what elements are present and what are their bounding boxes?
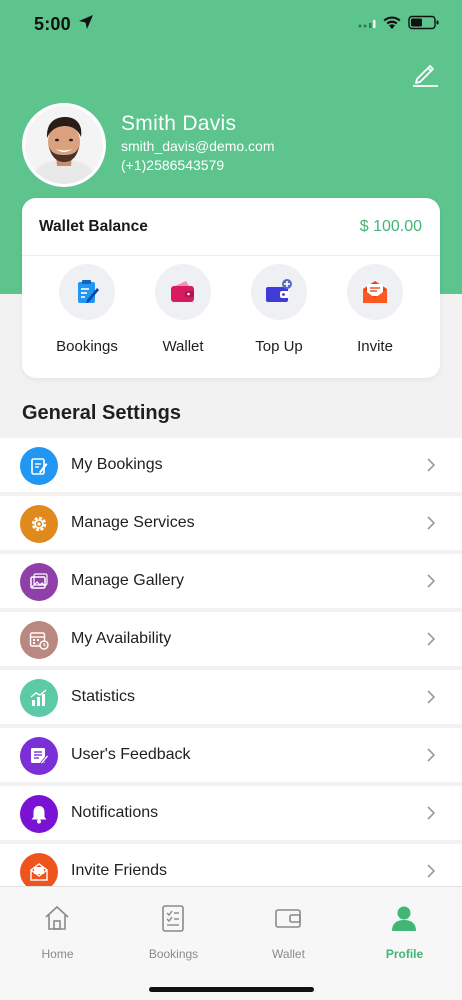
- chevron-right-icon: [427, 690, 436, 704]
- avatar-photo: [25, 106, 103, 184]
- chevron-right-icon: [427, 516, 436, 530]
- chevron-right-icon: [427, 632, 436, 646]
- tab-bookings-label: Bookings: [148, 947, 199, 961]
- quick-action-bookings[interactable]: Bookings: [39, 262, 135, 362]
- chevron-right-icon: [427, 748, 436, 762]
- settings-row-manage-services[interactable]: Manage Services: [0, 496, 462, 550]
- chevron-right-icon: [427, 864, 436, 878]
- chevron-right-icon: [427, 574, 436, 588]
- settings-row-label: Manage Gallery: [71, 572, 184, 589]
- gallery-icon: [30, 573, 48, 589]
- manage-services-icon-badge: [20, 505, 58, 543]
- location-arrow-icon: [79, 15, 93, 29]
- cellular-signal-icon: [358, 20, 376, 28]
- topup-icon: [266, 279, 292, 302]
- settings-row-label: Notifications: [71, 804, 159, 821]
- edit-profile-icon[interactable]: [410, 59, 440, 89]
- quick-action-topup-circle: [251, 264, 307, 320]
- quick-action-topup-label: Top Up: [255, 338, 303, 355]
- status-bar: 5:00: [0, 0, 462, 50]
- feedback-icon: [31, 748, 49, 765]
- general-settings-title: General Settings: [22, 402, 181, 424]
- wallet-icon: [275, 909, 301, 928]
- settings-row-my-bookings[interactable]: My Bookings: [0, 438, 462, 492]
- quick-action-wallet[interactable]: Wallet: [135, 262, 231, 362]
- profile-email: smith_davis@demo.com: [121, 138, 275, 154]
- avatar: [22, 103, 106, 187]
- settings-row-users-feedback[interactable]: User's Feedback: [0, 728, 462, 782]
- manage-gallery-icon-badge: [20, 563, 58, 601]
- calendar-icon: [29, 632, 49, 650]
- notifications-icon-badge: [20, 795, 58, 833]
- tab-home[interactable]: Home: [0, 887, 115, 967]
- wallet-card: Wallet Balance $ 100.00 Bookings Wallet …: [22, 198, 440, 378]
- quick-action-invite-label: Invite: [357, 338, 393, 355]
- wallet-divider: [22, 255, 440, 256]
- home-indicator: [149, 987, 314, 992]
- tab-wallet-label: Wallet: [272, 947, 305, 961]
- settings-row-manage-gallery[interactable]: Manage Gallery: [0, 554, 462, 608]
- settings-row-notifications[interactable]: Notifications: [0, 786, 462, 840]
- settings-row-label: Statistics: [71, 688, 136, 705]
- bookings-icon: [162, 905, 184, 932]
- quick-action-invite[interactable]: Invite: [327, 262, 423, 362]
- profile-name: Smith Davis: [121, 112, 237, 135]
- chevron-right-icon: [427, 458, 436, 472]
- settings-row-label: My Availability: [71, 630, 172, 647]
- quick-action-wallet-circle: [155, 264, 211, 320]
- wallet-balance-title: Wallet Balance: [39, 218, 148, 235]
- status-time: 5:00: [34, 14, 71, 34]
- tab-profile[interactable]: Profile: [347, 887, 462, 967]
- wallet-icon: [171, 281, 194, 302]
- battery-icon: [408, 15, 439, 30]
- gear-icon: [31, 516, 47, 532]
- statistics-icon-badge: [20, 679, 58, 717]
- my-availability-icon-badge: [20, 621, 58, 659]
- settings-row-label: My Bookings: [71, 456, 163, 473]
- my-bookings-icon-badge: [20, 447, 58, 485]
- invite-icon: [363, 281, 387, 303]
- quick-action-topup[interactable]: Top Up: [231, 262, 327, 362]
- wallet-balance-amount: $ 100.00: [359, 218, 422, 235]
- bell-icon: [31, 806, 47, 824]
- quick-action-wallet-label: Wallet: [162, 338, 204, 355]
- quick-action-bookings-circle: [59, 264, 115, 320]
- home-icon: [45, 905, 69, 930]
- settings-row-label: User's Feedback: [71, 746, 191, 763]
- profile-icon: [392, 906, 416, 931]
- bottom-tab-bar: Home Bookings Wallet Profile: [0, 886, 462, 1000]
- wifi-icon: [383, 16, 401, 29]
- chart-icon: [30, 689, 47, 706]
- settings-row-label: Invite Friends: [71, 862, 168, 879]
- profile-phone: (+1)2586543579: [121, 157, 225, 173]
- tab-profile-label: Profile: [385, 947, 424, 961]
- chevron-right-icon: [427, 806, 436, 820]
- settings-row-label: Manage Services: [71, 514, 195, 531]
- quick-action-bookings-label: Bookings: [56, 338, 118, 355]
- settings-row-my-availability[interactable]: My Availability: [0, 612, 462, 666]
- bookings-icon: [78, 280, 99, 303]
- invite-icon: [30, 863, 48, 881]
- settings-row-statistics[interactable]: Statistics: [0, 670, 462, 724]
- tab-wallet[interactable]: Wallet: [231, 887, 346, 967]
- quick-action-invite-circle: [347, 264, 403, 320]
- tab-bookings[interactable]: Bookings: [116, 887, 231, 967]
- tab-home-label: Home: [41, 947, 74, 961]
- bookings-icon: [31, 458, 48, 475]
- users-feedback-icon-badge: [20, 737, 58, 775]
